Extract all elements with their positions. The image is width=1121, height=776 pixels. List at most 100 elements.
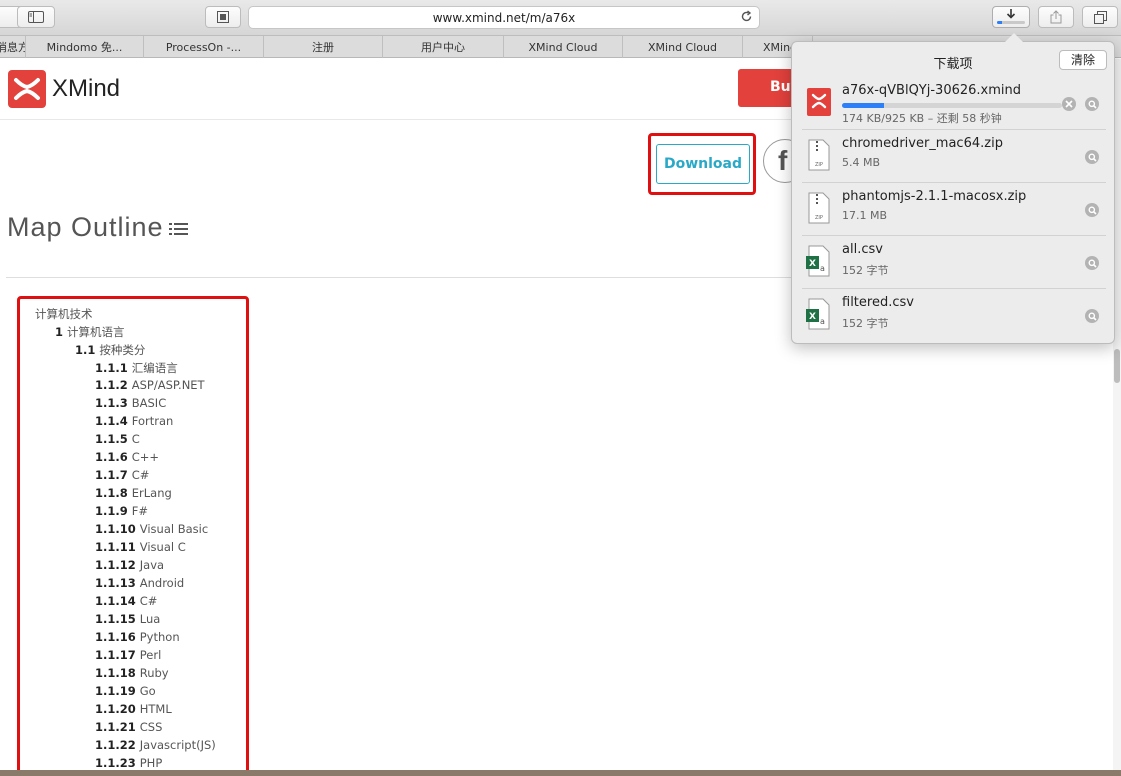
cancel-download-button[interactable] xyxy=(1062,97,1076,111)
browser-toolbar: www.xmind.net/m/a76x xyxy=(0,0,1121,36)
download-file-name: a76x-qVBlQYj-30626.xmind xyxy=(842,83,1021,98)
scroll-thumb[interactable] xyxy=(1114,349,1120,383)
node-label: F# xyxy=(131,504,149,518)
sidebar-icon xyxy=(28,11,44,23)
node-label: Visual C xyxy=(139,540,186,554)
close-icon xyxy=(1065,100,1073,108)
svg-text:ZIP: ZIP xyxy=(815,215,823,221)
outline-node: 1.1.11 Visual C xyxy=(95,540,186,554)
zip-file-icon: ZIP xyxy=(808,192,830,224)
node-number: 1 xyxy=(55,325,64,339)
download-item[interactable]: a76x-qVBlQYj-30626.xmind 174 KB/925 KB –… xyxy=(802,78,1106,130)
outline-node: 1.1.6 C++ xyxy=(95,450,159,464)
show-in-finder-button[interactable] xyxy=(1085,256,1099,270)
address-bar[interactable]: www.xmind.net/m/a76x xyxy=(248,6,760,29)
reload-icon[interactable] xyxy=(740,10,753,23)
node-label: ASP/ASP.NET xyxy=(131,378,205,392)
outline-node: 1.1.1 汇编语言 xyxy=(95,360,178,376)
sidebar-toggle-button[interactable] xyxy=(17,6,55,28)
download-item[interactable]: ZIP chromedriver_mac64.zip 5.4 MB xyxy=(802,131,1106,183)
download-file-name: phantomjs-2.1.1-macosx.zip xyxy=(842,189,1027,204)
logo-text: XMind xyxy=(52,75,121,102)
outline-node: 1.1.20 HTML xyxy=(95,702,172,716)
node-number: 1.1.17 xyxy=(95,648,136,662)
outline-node: 1.1.18 Ruby xyxy=(95,666,169,680)
node-label: Python xyxy=(139,630,180,644)
node-number: 1.1.7 xyxy=(95,468,128,482)
download-file-name: all.csv xyxy=(842,242,883,257)
show-in-finder-button[interactable] xyxy=(1085,309,1099,323)
node-label: ErLang xyxy=(131,486,172,500)
xmind-logo[interactable]: XMind xyxy=(8,70,120,108)
node-label: Visual Basic xyxy=(139,522,209,536)
node-label: Android xyxy=(139,576,185,590)
zip-file-icon: ZIP xyxy=(808,139,830,171)
outline-node: 1.1.5 C xyxy=(95,432,140,446)
node-label: Lua xyxy=(139,612,161,626)
download-arrow-icon xyxy=(1006,8,1016,19)
bookmark-item[interactable]: XMind Cloud xyxy=(504,36,623,58)
magnifier-icon xyxy=(1088,206,1097,215)
outline-node: 1.1.4 Fortran xyxy=(95,414,173,428)
downloads-popover: 下载项 清除 a76x-qVBlQYj-30626.xmind 174 KB/9… xyxy=(791,33,1115,344)
magnifier-icon xyxy=(1088,312,1097,321)
show-in-finder-button[interactable] xyxy=(1085,97,1099,111)
node-label: Ruby xyxy=(139,666,169,680)
node-label: 按种类分 xyxy=(99,343,146,357)
outline-node: 1.1.17 Perl xyxy=(95,648,161,662)
download-item[interactable]: X a filtered.csv 152 字节 xyxy=(802,290,1106,342)
download-button[interactable]: Download xyxy=(656,144,750,184)
node-label: 汇编语言 xyxy=(131,361,178,375)
xmind-file-icon xyxy=(807,88,831,116)
node-number: 1.1.1 xyxy=(95,361,128,375)
node-number: 1.1.10 xyxy=(95,522,136,536)
node-label: Java xyxy=(139,558,165,572)
node-label: PHP xyxy=(139,756,163,770)
download-file-meta: 152 字节 xyxy=(842,264,889,277)
bookmark-item[interactable]: 用户中心 xyxy=(383,36,504,58)
clear-downloads-button[interactable]: 清除 xyxy=(1059,50,1107,70)
popover-arrow xyxy=(1005,33,1023,42)
bookmark-item[interactable]: 注册 xyxy=(264,36,383,58)
share-button[interactable] xyxy=(1038,6,1074,28)
xmind-logo-icon xyxy=(8,70,46,108)
download-file-meta: 152 字节 xyxy=(842,317,889,330)
bookmark-item[interactable]: 消息方 xyxy=(0,36,26,58)
svg-text:X: X xyxy=(809,312,816,322)
node-label: CSS xyxy=(139,720,163,734)
node-number: 1.1.6 xyxy=(95,450,128,464)
node-number: 1.1.8 xyxy=(95,486,128,500)
download-item[interactable]: X a all.csv 152 字节 xyxy=(802,237,1106,289)
node-label: Go xyxy=(139,684,156,698)
map-outline-title: Map Outline xyxy=(7,212,164,242)
excel-file-icon: X a xyxy=(806,298,830,330)
node-label: Perl xyxy=(139,648,162,662)
outline-tree: 计算机技术 1 计算机语言 1.1 按种类分 1.1.1 汇编语言 1.1.2 ASP/A… xyxy=(17,296,249,774)
bookmark-item[interactable]: ProcessOn -... xyxy=(144,36,264,58)
bookmark-item[interactable]: Mindomo 免... xyxy=(26,36,144,58)
outline-node: 1.1.21 CSS xyxy=(95,720,162,734)
reader-button[interactable] xyxy=(205,6,241,28)
node-label: BASIC xyxy=(131,396,167,410)
node-number: 1.1.4 xyxy=(95,414,128,428)
download-button-highlight: Download xyxy=(648,133,756,195)
magnifier-icon xyxy=(1088,153,1097,162)
tabs-icon xyxy=(1093,10,1107,24)
downloads-button[interactable] xyxy=(992,6,1030,28)
tabs-overview-button[interactable] xyxy=(1082,6,1118,28)
node-label: C++ xyxy=(131,450,160,464)
magnifier-icon xyxy=(1088,259,1097,268)
node-number: 1.1.5 xyxy=(95,432,128,446)
node-number: 1.1.11 xyxy=(95,540,136,554)
bookmark-item[interactable]: XMind Cloud xyxy=(623,36,743,58)
node-label: C xyxy=(131,432,140,446)
download-file-meta: 5.4 MB xyxy=(842,156,881,169)
facebook-icon: f xyxy=(778,145,788,176)
show-in-finder-button[interactable] xyxy=(1085,150,1099,164)
download-file-meta: 174 KB/925 KB – 还剩 58 秒钟 xyxy=(842,112,1002,125)
download-item[interactable]: ZIP phantomjs-2.1.1-macosx.zip 17.1 MB xyxy=(802,184,1106,236)
outline-node: 1.1.12 Java xyxy=(95,558,164,572)
svg-text:a: a xyxy=(820,317,825,326)
desktop-strip xyxy=(0,770,1121,776)
show-in-finder-button[interactable] xyxy=(1085,203,1099,217)
